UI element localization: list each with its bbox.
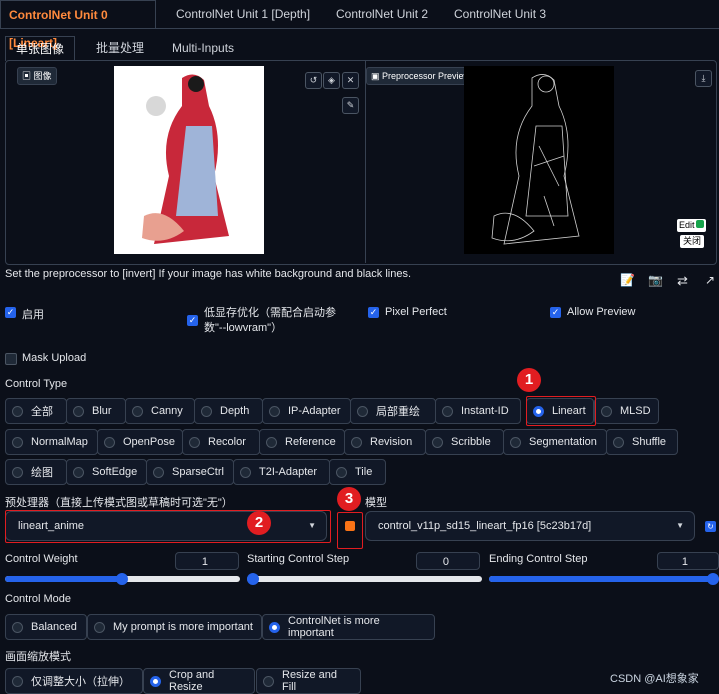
annotation-badge-3: 3 (337, 487, 361, 511)
control-type-revision[interactable]: Revision (344, 429, 426, 455)
model-select[interactable]: control_v11p_sd15_lineart_fp16 [5c23b17d… (365, 511, 695, 541)
preview-label: ▣ Preprocessor Preview (366, 67, 476, 85)
tab-batch[interactable]: 批量处理 (86, 36, 154, 60)
tab-divider (0, 28, 719, 29)
download-icon[interactable]: ⤓ (695, 70, 712, 87)
brush-icon[interactable]: ✎ (342, 97, 359, 114)
control-mode-controlnet[interactable]: ControlNet is more important (262, 614, 435, 640)
control-type-softedge[interactable]: SoftEdge (66, 459, 147, 485)
control-type-mlsd[interactable]: MLSD (594, 398, 659, 424)
mask-upload-label: Mask Upload (22, 352, 87, 364)
send-icon[interactable]: ↗ (705, 273, 715, 287)
control-mode-label: Control Mode (5, 593, 72, 605)
starting-step-thumb[interactable] (247, 573, 259, 585)
control-weight-label: Control Weight (5, 553, 78, 565)
control-mode-prompt[interactable]: My prompt is more important (87, 614, 262, 640)
tab-multi-inputs[interactable]: Multi-Inputs (162, 36, 244, 60)
control-type-reference[interactable]: Reference (259, 429, 345, 455)
resize-mode-just-resize[interactable]: 仅调整大小（拉伸） (5, 668, 143, 694)
refresh-icon[interactable]: ↻ (705, 521, 716, 532)
undo-icon[interactable]: ↺ (305, 72, 322, 89)
mask-upload-checkbox[interactable] (5, 353, 17, 365)
watermark: CSDN @AI想象家 (610, 673, 699, 685)
control-type-tile[interactable]: Tile (329, 459, 386, 485)
low-vram-label: 低显存优化（需配合启动参数"--lowvram"） (204, 307, 336, 334)
control-weight-fill (5, 576, 123, 582)
resize-mode-fill[interactable]: Resize and Fill (256, 668, 361, 694)
tab-unit-2[interactable]: ControlNet Unit 2 (328, 0, 436, 28)
ending-step-label: Ending Control Step (489, 553, 588, 565)
tab-unit-1[interactable]: ControlNet Unit 1 [Depth] (168, 0, 318, 28)
chevron-down-icon: ▼ (676, 521, 684, 530)
pixel-perfect-checkbox[interactable]: ✓ (368, 307, 379, 318)
ending-step-slider[interactable] (489, 573, 719, 585)
control-weight-thumb[interactable] (116, 573, 128, 585)
model-label: 模型 (365, 497, 387, 509)
ending-step-thumb[interactable] (707, 573, 719, 585)
resize-mode-crop[interactable]: Crop and Resize (143, 668, 255, 694)
preview-image (464, 66, 614, 254)
starting-step-slider[interactable] (247, 573, 482, 585)
swap-icon[interactable]: ⇄ (677, 273, 688, 289)
edit-button[interactable]: Edit (677, 219, 706, 232)
control-type-t2i-adapter[interactable]: T2I-Adapter (233, 459, 330, 485)
allow-preview-label: Allow Preview (567, 306, 636, 318)
enable-checkbox[interactable]: ✓ (5, 307, 16, 318)
control-type-inpaint[interactable]: 局部重绘 (350, 398, 436, 424)
ending-step-input[interactable]: 1 (657, 552, 719, 570)
annotation-badge-2: 2 (247, 511, 271, 535)
image-icon: ▣ (371, 71, 383, 81)
control-type-label: Control Type (5, 378, 68, 390)
control-type-scribble[interactable]: Scribble (425, 429, 504, 455)
control-weight-input[interactable]: 1 (175, 552, 239, 570)
starting-step-label: Starting Control Step (247, 553, 350, 565)
tab-unit-3[interactable]: ControlNet Unit 3 (446, 0, 554, 28)
input-image[interactable] (114, 66, 264, 254)
preprocessor-label: 预处理器（直接上传模式图或草稿时可选"无"） (5, 497, 233, 509)
control-type-openpose[interactable]: OpenPose (97, 429, 183, 455)
close-icon[interactable]: ✕ (342, 72, 359, 89)
document-icon[interactable]: 📝 (620, 273, 635, 287)
annotation-badge-1: 1 (517, 368, 541, 392)
control-type-segmentation[interactable]: Segmentation (503, 429, 607, 455)
control-type-recolor[interactable]: Recolor (182, 429, 260, 455)
control-type-ip-adapter[interactable]: IP-Adapter (262, 398, 351, 424)
low-vram-checkbox[interactable]: ✓ (187, 315, 198, 326)
hint-text: Set the preprocessor to [invert] If your… (5, 268, 411, 280)
control-type-all[interactable]: 全部 (5, 398, 67, 424)
highlight-run-button (337, 512, 363, 549)
control-type-instant-id[interactable]: Instant-ID (435, 398, 521, 424)
resize-mode-label: 画面缩放模式 (5, 651, 71, 663)
edit-icon (695, 220, 704, 228)
control-type-canny[interactable]: Canny (125, 398, 195, 424)
control-type-sparsectrl[interactable]: SparseCtrl (146, 459, 234, 485)
allow-preview-checkbox[interactable]: ✓ (550, 307, 561, 318)
highlight-lineart (526, 396, 596, 426)
image-label: ▣ 图像 (17, 67, 57, 85)
close-preview-button[interactable]: 关闭 (680, 235, 705, 248)
highlight-preprocessor (5, 510, 331, 543)
pixel-perfect-label: Pixel Perfect (385, 306, 447, 318)
tab-single-image[interactable]: 单张图像 (5, 36, 76, 61)
control-type-normalmap[interactable]: NormalMap (5, 429, 98, 455)
camera-icon[interactable]: 📷 (648, 273, 663, 287)
starting-step-input[interactable]: 0 (416, 552, 480, 570)
enable-label: 启用 (22, 309, 44, 321)
control-type-blur[interactable]: Blur (66, 398, 126, 424)
image-icon: ▣ (22, 71, 34, 81)
control-type-draw[interactable]: 绘图 (5, 459, 67, 485)
control-type-shuffle[interactable]: Shuffle (606, 429, 678, 455)
control-mode-balanced[interactable]: Balanced (5, 614, 87, 640)
ending-step-fill (489, 576, 719, 582)
tab-unit-0[interactable]: ControlNet Unit 0 [Lineart] (0, 0, 156, 50)
eraser-icon[interactable]: ◈ (323, 72, 340, 89)
panel-divider (365, 60, 366, 263)
control-type-depth[interactable]: Depth (194, 398, 263, 424)
control-weight-slider[interactable] (5, 573, 240, 585)
